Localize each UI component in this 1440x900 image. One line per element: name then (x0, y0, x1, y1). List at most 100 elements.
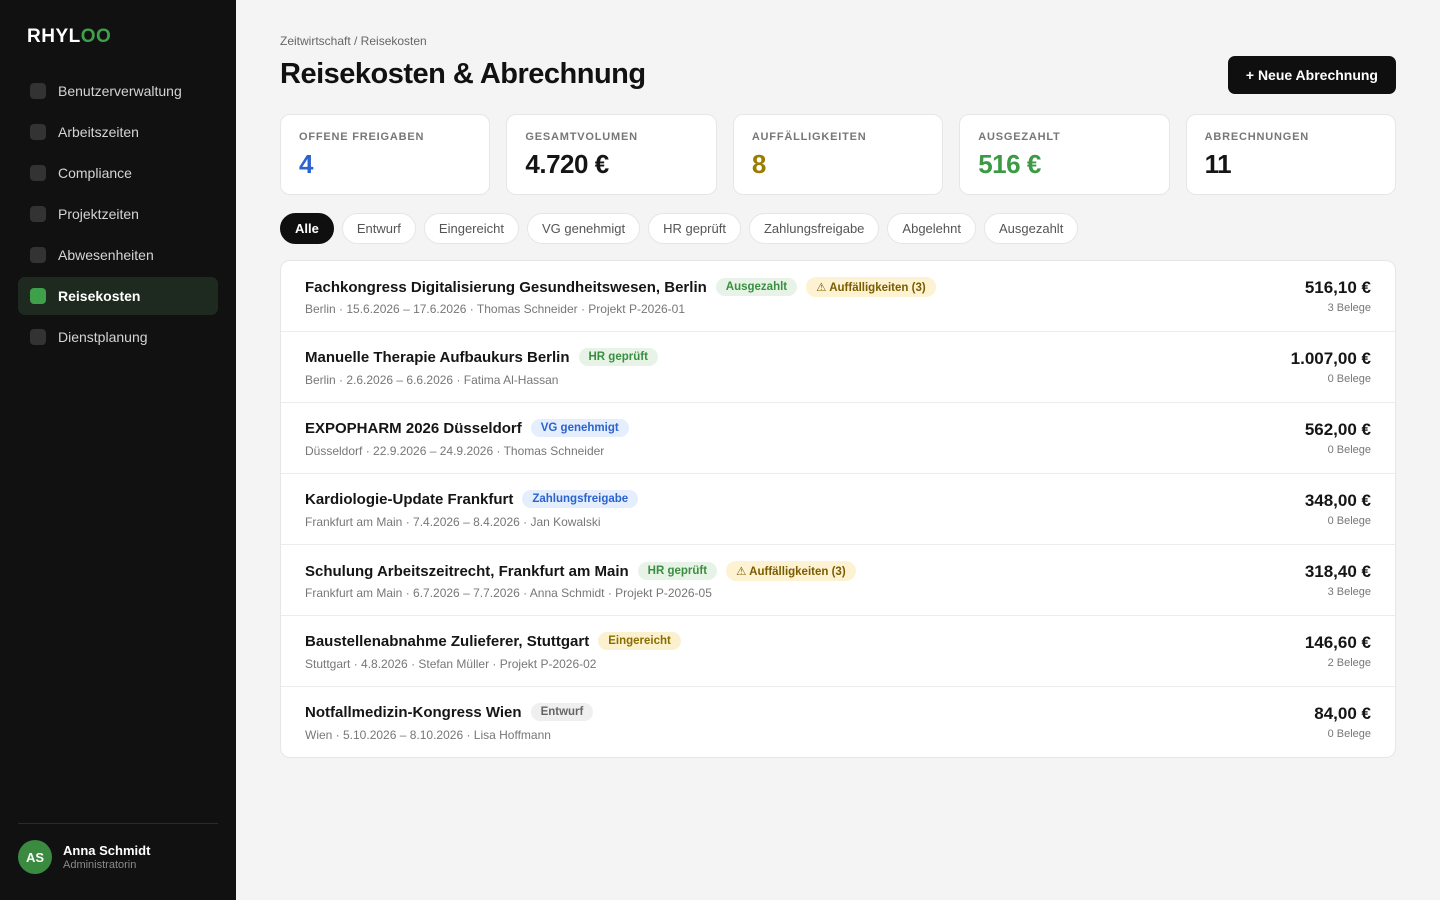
sidebar-item-label: Dienstplanung (58, 329, 148, 345)
receipt-count: 0 Belege (1327, 444, 1371, 456)
trip-amount: 1.007,00 € (1290, 349, 1371, 368)
sidebar-item-benutzerverwaltung[interactable]: Benutzerverwaltung (18, 72, 218, 110)
sidebar-item-arbeitszeiten[interactable]: Arbeitszeiten (18, 113, 218, 151)
stat-label: Gesamtvolumen (525, 131, 638, 143)
stat-label: Auffälligkeiten (751, 131, 867, 143)
stat-card-settlements: Abrechnungen 11 (1185, 114, 1397, 195)
sidebar-item-label: Arbeitszeiten (58, 124, 139, 140)
trip-title: Manuelle Therapie Aufbaukurs Berlin (305, 348, 570, 366)
status-badge: HR geprüft (637, 562, 718, 580)
trip-meta: Stuttgart · 4.8.2026 · Stefan Müller · P… (305, 657, 597, 671)
trip-amount: 84,00 € (1314, 704, 1371, 723)
filter-chip-zahlungsfreigabe[interactable]: Zahlungsfreigabe (748, 213, 880, 244)
sidebar: RHYLOO Benutzerverwaltung Arbeitszeiten … (0, 0, 236, 900)
stats-row: Offene Freigaben 4 Gesamtvolumen 4.720 €… (280, 114, 1397, 195)
trip-meta: Berlin · 2.6.2026 – 6.6.2026 · Fatima Al… (305, 373, 559, 387)
sidebar-item-abwesenheiten[interactable]: Abwesenheiten (18, 236, 218, 274)
new-settlement-button[interactable]: + Neue Abrechnung (1227, 56, 1396, 94)
user-profile[interactable]: AS Anna Schmidt Administratorin (18, 823, 218, 874)
filter-chip-ausgezahlt[interactable]: Ausgezahlt (983, 213, 1079, 244)
receipt-count: 2 Belege (1327, 657, 1371, 669)
trip-amount: 318,40 € (1304, 562, 1371, 581)
filter-chip-vg-genehmigt[interactable]: VG genehmigt (526, 213, 641, 244)
trip-title: Schulung Arbeitszeitrecht, Frankfurt am … (305, 562, 629, 580)
sidebar-item-reisekosten[interactable]: Reisekosten (18, 277, 218, 315)
sidebar-nav: Benutzerverwaltung Arbeitszeiten Complia… (18, 72, 218, 359)
filter-chip-entwurf[interactable]: Entwurf (341, 213, 416, 244)
trip-meta: Düsseldorf · 22.9.2026 – 24.9.2026 · Tho… (305, 444, 605, 458)
receipt-count: 0 Belege (1327, 515, 1371, 527)
logo[interactable]: RHYLOO (27, 26, 111, 48)
anomaly-badge: ⚠ Auffälligkeiten (3) (806, 277, 936, 297)
stat-card-anomalies: Auffälligkeiten 8 (732, 114, 944, 195)
stat-value: 8 (751, 149, 766, 179)
row-header: Baustellenabnahme Zulieferer, Stuttgart … (305, 632, 690, 650)
row-header: EXPOPHARM 2026 Düsseldorf VG genehmigt (305, 419, 638, 437)
trip-title: Kardiologie-Update Frankfurt (305, 490, 514, 508)
stat-label: Ausgezahlt (978, 131, 1061, 143)
trip-title: Fachkongress Digitalisierung Gesundheits… (305, 278, 707, 296)
list-item[interactable]: Kardiologie-Update Frankfurt Zahlungsfre… (281, 474, 1395, 545)
stat-card-paid-out: Ausgezahlt 516 € (959, 114, 1170, 195)
filter-chip-alle[interactable]: Alle (280, 213, 334, 244)
row-header: Kardiologie-Update Frankfurt Zahlungsfre… (305, 490, 647, 508)
filter-chip-hr-geprueft[interactable]: HR geprüft (648, 213, 741, 244)
list-item[interactable]: Fachkongress Digitalisierung Gesundheits… (281, 261, 1395, 332)
trip-amount: 562,00 € (1304, 420, 1371, 439)
row-header: Schulung Arbeitszeitrecht, Frankfurt am … (305, 561, 865, 581)
user-info: Anna Schmidt Administratorin (63, 843, 150, 871)
trip-title: EXPOPHARM 2026 Düsseldorf (305, 419, 522, 437)
status-badge: Eingereicht (598, 632, 681, 650)
trip-title: Notfallmedizin-Kongress Wien (305, 703, 522, 721)
shield-icon (30, 165, 46, 181)
page-title: Reisekosten & Abrechnung (280, 58, 646, 90)
sidebar-item-projektzeiten[interactable]: Projektzeiten (18, 195, 218, 233)
user-role: Administratorin (63, 859, 137, 871)
status-badge: Entwurf (530, 703, 594, 721)
trip-meta: Frankfurt am Main · 7.4.2026 – 8.4.2026 … (305, 515, 601, 529)
trip-amount: 516,10 € (1304, 278, 1371, 297)
status-badge: HR geprüft (578, 348, 658, 366)
row-header: Notfallmedizin-Kongress Wien Entwurf (305, 703, 602, 721)
list-item[interactable]: Manuelle Therapie Aufbaukurs Berlin HR g… (281, 332, 1395, 403)
sidebar-item-dienstplanung[interactable]: Dienstplanung (18, 318, 218, 356)
trip-amount: 348,00 € (1304, 491, 1371, 510)
stat-card-total-volume: Gesamtvolumen 4.720 € (506, 114, 717, 195)
logo-text-accent: OO (80, 26, 112, 47)
stat-value: 11 (1204, 149, 1232, 179)
list-item[interactable]: Schulung Arbeitszeitrecht, Frankfurt am … (281, 545, 1395, 616)
receipt-count: 0 Belege (1327, 728, 1371, 740)
row-header: Fachkongress Digitalisierung Gesundheits… (305, 277, 945, 297)
stat-value: 516 € (978, 149, 1041, 179)
anomaly-badge: ⚠ Auffälligkeiten (3) (726, 561, 856, 581)
folder-icon (30, 206, 46, 222)
sidebar-item-label: Reisekosten (58, 288, 141, 304)
stat-label: Abrechnungen (1204, 131, 1309, 143)
receipt-count: 3 Belege (1327, 302, 1371, 314)
status-filter-bar: Alle Entwurf Eingereicht VG genehmigt HR… (280, 213, 1079, 244)
logo-text-primary: RHYL (27, 26, 81, 47)
stat-label: Offene Freigaben (299, 131, 425, 143)
list-item[interactable]: Notfallmedizin-Kongress Wien Entwurf Wie… (281, 687, 1395, 757)
trip-meta: Frankfurt am Main · 6.7.2026 – 7.7.2026 … (305, 586, 712, 600)
filter-chip-eingereicht[interactable]: Eingereicht (423, 213, 519, 244)
receipt-count: 0 Belege (1327, 373, 1371, 385)
list-item[interactable]: Baustellenabnahme Zulieferer, Stuttgart … (281, 616, 1395, 687)
breadcrumb[interactable]: Zeitwirtschaft / Reisekosten (280, 34, 427, 48)
sidebar-item-label: Benutzerverwaltung (58, 83, 182, 99)
list-item[interactable]: EXPOPHARM 2026 Düsseldorf VG genehmigt D… (281, 403, 1395, 474)
row-header: Manuelle Therapie Aufbaukurs Berlin HR g… (305, 348, 667, 366)
status-badge: Zahlungsfreigabe (522, 490, 639, 508)
stat-value: 4 (299, 149, 313, 179)
user-name: Anna Schmidt (63, 843, 151, 858)
users-icon (30, 83, 46, 99)
sidebar-item-label: Abwesenheiten (58, 247, 154, 263)
sidebar-item-label: Projektzeiten (58, 206, 139, 222)
travel-icon (30, 288, 46, 304)
status-badge: Ausgezahlt (715, 278, 798, 296)
status-badge: VG genehmigt (530, 419, 629, 437)
filter-chip-abgelehnt[interactable]: Abgelehnt (887, 213, 976, 244)
sidebar-item-compliance[interactable]: Compliance (18, 154, 218, 192)
avatar: AS (18, 840, 52, 874)
clock-icon (30, 124, 46, 140)
